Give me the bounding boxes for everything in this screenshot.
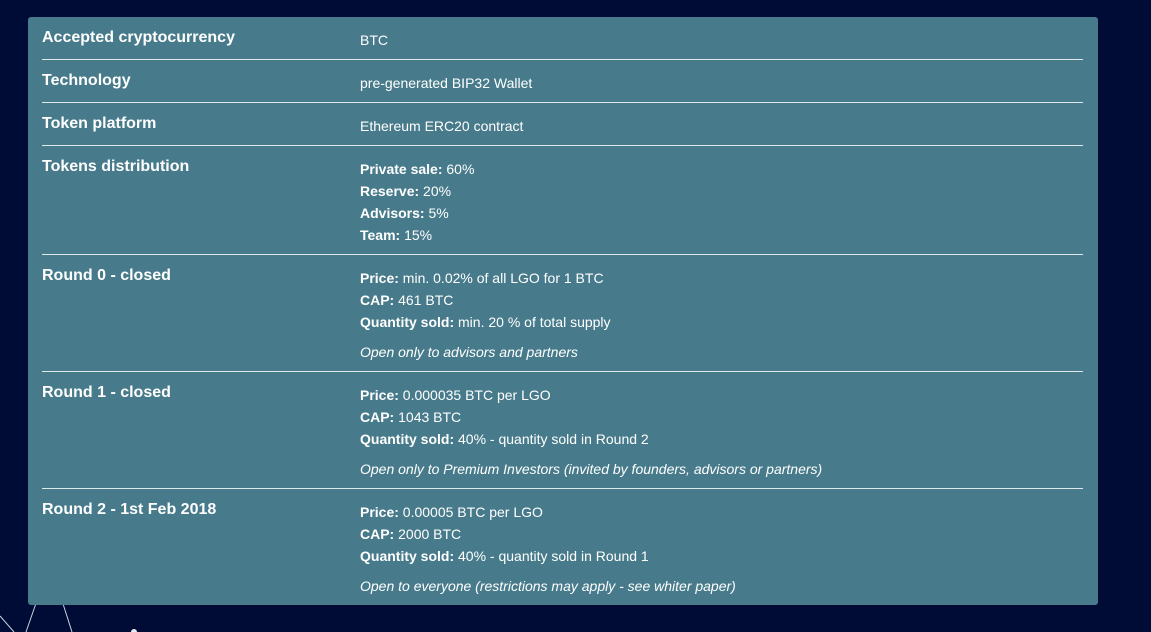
round-note: Open only to Premium Investors (invited … <box>360 461 823 477</box>
round-2-values: Price: 0.00005 BTC per LGO CAP: 2000 BTC… <box>360 501 736 597</box>
round-quantity-sold: Quantity sold: 40% - quantity sold in Ro… <box>360 548 649 564</box>
row-value: BTC <box>360 32 388 48</box>
round-1-values: Price: 0.000035 BTC per LGO CAP: 1043 BT… <box>360 384 822 480</box>
round-quantity-sold: Quantity sold: min. 20 % of total supply <box>360 314 611 330</box>
distribution-team: Team: 15% <box>360 227 433 243</box>
row-value: pre-generated BIP32 Wallet <box>360 75 533 91</box>
round-price: Price: min. 0.02% of all LGO for 1 BTC <box>360 270 604 286</box>
row-label: Accepted cryptocurrency <box>42 29 235 46</box>
round-note: Open only to advisors and partners <box>360 344 578 360</box>
round-price: Price: 0.00005 BTC per LGO <box>360 504 543 520</box>
round-cap: CAP: 2000 BTC <box>360 526 462 542</box>
table-row-round-0: Round 0 - closed Price: min. 0.02% of al… <box>42 255 1083 372</box>
row-label: Round 0 - closed <box>42 267 171 284</box>
ico-details-table: Accepted cryptocurrency BTC Technology p… <box>28 17 1098 605</box>
row-label: Tokens distribution <box>42 158 190 175</box>
distribution-values: Private sale: 60% Reserve: 20% Advisors:… <box>360 158 474 246</box>
round-note: Open to everyone (restrictions may apply… <box>360 578 736 594</box>
table-row-technology: Technology pre-generated BIP32 Wallet <box>42 60 1083 103</box>
table-row-accepted-cryptocurrency: Accepted cryptocurrency BTC <box>42 17 1083 60</box>
table-row-round-1: Round 1 - closed Price: 0.000035 BTC per… <box>42 372 1083 489</box>
distribution-private-sale: Private sale: 60% <box>360 161 475 177</box>
row-value: Ethereum ERC20 contract <box>360 118 524 134</box>
table-row-token-platform: Token platform Ethereum ERC20 contract <box>42 103 1083 146</box>
table-row-round-2: Round 2 - 1st Feb 2018 Price: 0.00005 BT… <box>42 489 1083 605</box>
row-label: Technology <box>42 72 131 89</box>
round-quantity-sold: Quantity sold: 40% - quantity sold in Ro… <box>360 431 649 447</box>
round-cap: CAP: 461 BTC <box>360 292 454 308</box>
round-cap: CAP: 1043 BTC <box>360 409 462 425</box>
row-label: Token platform <box>42 115 157 132</box>
row-label: Round 2 - 1st Feb 2018 <box>42 501 217 518</box>
table-row-tokens-distribution: Tokens distribution Private sale: 60% Re… <box>42 146 1083 255</box>
row-label: Round 1 - closed <box>42 384 171 401</box>
round-0-values: Price: min. 0.02% of all LGO for 1 BTC C… <box>360 267 611 363</box>
distribution-reserve: Reserve: 20% <box>360 183 452 199</box>
distribution-advisors: Advisors: 5% <box>360 205 449 221</box>
round-price: Price: 0.000035 BTC per LGO <box>360 387 551 403</box>
